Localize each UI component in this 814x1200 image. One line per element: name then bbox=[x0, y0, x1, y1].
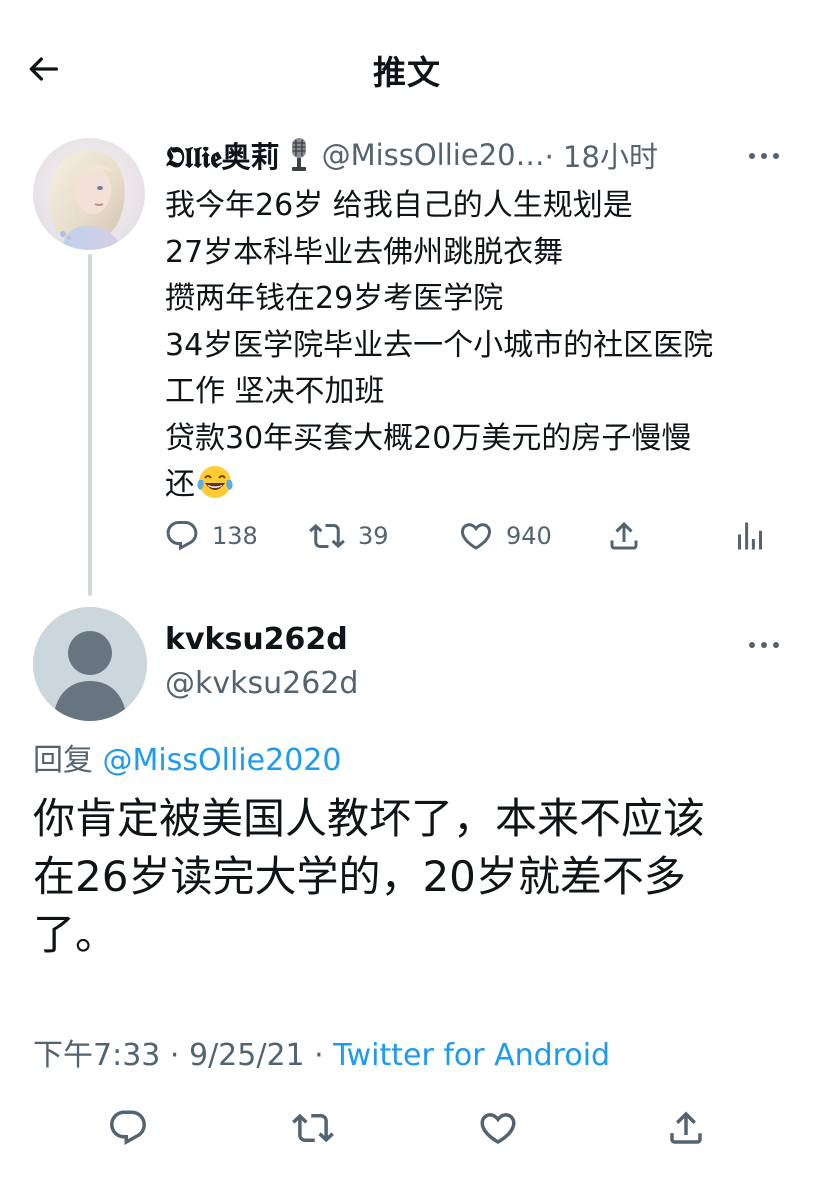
retweet-icon bbox=[292, 1113, 334, 1143]
page-title: 推文 bbox=[373, 53, 441, 92]
retweet-button[interactable]: 39 bbox=[308, 512, 389, 560]
tweet-text-line: 攒两年钱在29岁考医学院 bbox=[165, 281, 504, 316]
share-icon bbox=[670, 1111, 702, 1144]
parent-tweet-avatar[interactable] bbox=[33, 138, 145, 250]
microphone-emoji-icon bbox=[286, 137, 312, 173]
parent-author-name[interactable]: 𝕺𝖑𝖑𝖎𝖊奥莉 bbox=[165, 134, 280, 176]
reply-mention-link[interactable]: @MissOllie2020 bbox=[103, 743, 342, 778]
parent-more-button[interactable] bbox=[742, 136, 786, 176]
analytics-icon bbox=[738, 522, 762, 550]
like-button[interactable] bbox=[470, 1100, 526, 1156]
share-button[interactable] bbox=[606, 512, 642, 560]
tweet-source-link[interactable]: Twitter for Android bbox=[333, 1038, 610, 1073]
tweet-text-line-last: 还 bbox=[165, 462, 790, 515]
tweet-text-line: 了。 bbox=[33, 910, 118, 959]
like-count: 940 bbox=[506, 522, 552, 550]
reply-bubble-icon bbox=[110, 1110, 146, 1145]
replying-to-label: 回复 bbox=[33, 743, 93, 778]
share-icon bbox=[610, 521, 638, 550]
like-button[interactable]: 940 bbox=[458, 512, 552, 560]
reply-bubble-icon bbox=[166, 521, 198, 551]
retweet-count: 39 bbox=[358, 522, 389, 550]
tweet-text-fragment: 还 bbox=[165, 467, 195, 502]
tweet-text-line: 我今年26岁 给我自己的人生规划是 bbox=[165, 188, 633, 223]
parent-tweet-text: 我今年26岁 给我自己的人生规划是 27岁本科毕业去佛州跳脱衣舞 攒两年钱在29… bbox=[165, 183, 790, 515]
parent-author-handle[interactable]: @MissOllie20… bbox=[322, 138, 545, 172]
parent-tweet-time: · 18小时 bbox=[544, 140, 658, 174]
share-button[interactable] bbox=[658, 1100, 714, 1156]
tweet-timestamp[interactable]: 下午7:33 · 9/25/21 · bbox=[33, 1038, 333, 1073]
tweet-text-line: 27岁本科毕业去佛州跳脱衣舞 bbox=[165, 234, 564, 270]
reply-button[interactable]: 138 bbox=[164, 512, 258, 560]
reply-button[interactable] bbox=[100, 1100, 156, 1156]
parent-tweet-header: 𝕺𝖑𝖑𝖎𝖊奥莉 @MissOllie20… · 18小时 bbox=[165, 133, 795, 177]
thread-connector-line bbox=[88, 254, 92, 596]
tweet-text-line: 贷款30年买套大概20万美元的房子慢慢 bbox=[165, 420, 692, 456]
retweet-icon bbox=[309, 523, 345, 549]
reply-more-button[interactable] bbox=[742, 625, 786, 665]
tweet-text-line: 工作 坚决不加班 bbox=[165, 374, 385, 409]
tweet-text-line: 34岁医学院毕业去一个小城市的社区医院 bbox=[165, 327, 714, 363]
reply-tweet-text: 你肯定被美国人教坏了，本来不应该 在26岁读完大学的，20岁就差不多 了。 bbox=[33, 790, 793, 964]
analytics-button[interactable] bbox=[732, 512, 768, 560]
tears-of-joy-emoji-icon bbox=[197, 464, 233, 515]
top-bar: 推文 bbox=[0, 0, 814, 130]
parent-tweet-actions: 138 39 940 bbox=[160, 512, 790, 560]
reply-author-name[interactable]: kvksu262d bbox=[165, 622, 348, 657]
tweet-text-line: 你肯定被美国人教坏了，本来不应该 bbox=[33, 794, 706, 843]
retweet-button[interactable] bbox=[285, 1100, 341, 1156]
tweet-metadata: 下午7:33 · 9/25/21 · Twitter for Android bbox=[33, 1030, 610, 1074]
reply-tweet-actions bbox=[0, 1100, 814, 1156]
more-horizontal-icon bbox=[749, 153, 779, 159]
more-horizontal-icon bbox=[749, 642, 779, 648]
heart-icon bbox=[480, 1113, 516, 1145]
reply-count: 138 bbox=[212, 522, 258, 550]
reply-tweet-avatar[interactable] bbox=[33, 607, 147, 721]
replying-to-line: 回复 @MissOllie2020 bbox=[33, 735, 341, 779]
tweet-text-line: 在26岁读完大学的，20岁就差不多 bbox=[33, 852, 686, 901]
heart-icon bbox=[460, 523, 492, 550]
reply-author-handle[interactable]: @kvksu262d bbox=[165, 666, 358, 701]
